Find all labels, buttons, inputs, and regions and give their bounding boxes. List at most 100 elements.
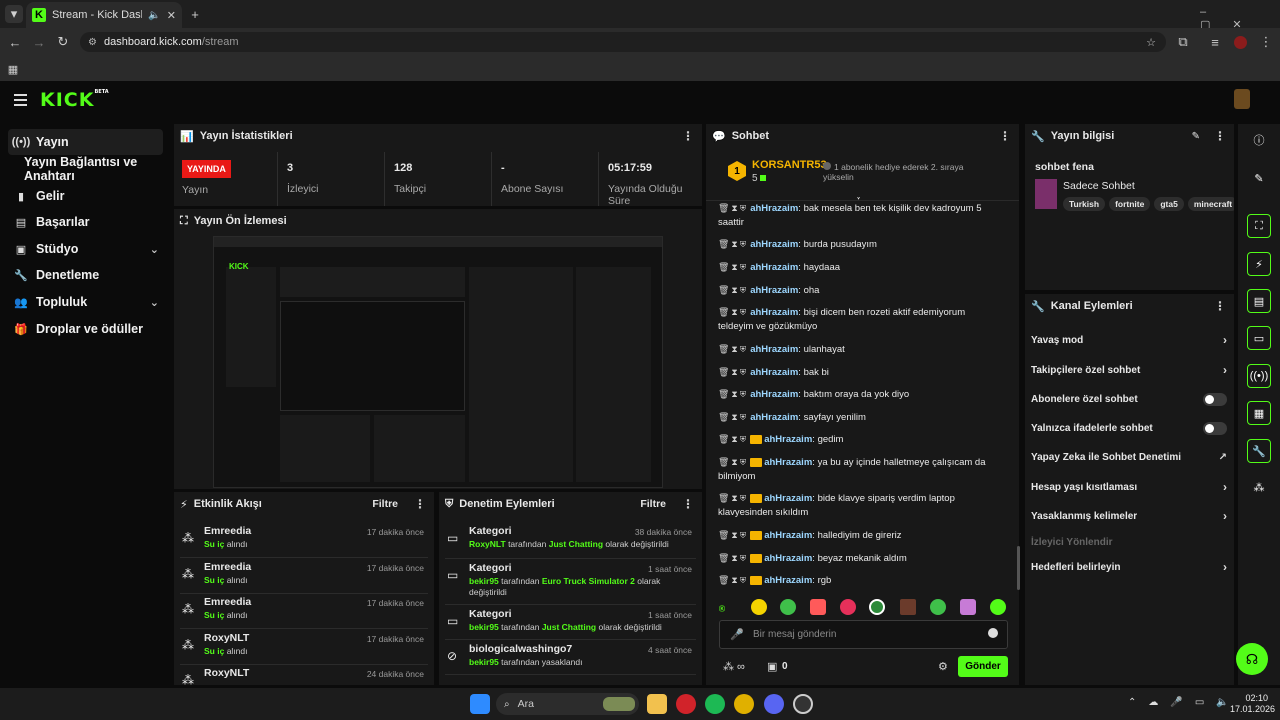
audio-icon[interactable]: 🔈 [148, 10, 160, 21]
chat-icon[interactable]: ▭ [1247, 326, 1271, 350]
chat-username[interactable]: ahHrazaim [750, 203, 798, 214]
opera-icon[interactable] [676, 694, 696, 714]
mod-tools-icon[interactable]: 🗑⧗⛨ [718, 262, 748, 272]
tab-search-icon[interactable]: ▾ [5, 5, 23, 23]
chrome-icon[interactable] [734, 694, 754, 714]
help-support-button[interactable]: ☊ [1236, 643, 1268, 675]
mod-tools-icon[interactable]: 🗑⧗⛨ [718, 530, 748, 540]
tab-close-icon[interactable]: ✕ [167, 9, 176, 22]
toggle-switch[interactable] [1203, 392, 1227, 406]
emote-icon[interactable] [960, 599, 976, 615]
sidebar-item-stream[interactable]: ((•)) Yayın [8, 129, 163, 155]
sidebar-item-moderation[interactable]: 🔧 Denetleme [8, 262, 163, 288]
filter-button[interactable]: Filtre [640, 498, 666, 510]
chat-username[interactable]: ahHrazaim [764, 434, 812, 445]
moderation-item[interactable]: ▭ Kategori 1 saat önce bekir95 tarafından E… [445, 559, 696, 605]
extensions-icon[interactable]: ⧉ [1174, 33, 1192, 51]
wrench-icon[interactable]: 🔧 [1247, 439, 1271, 463]
chat-message[interactable]: 🗑⧗⛨ ahHrazaim: sayfayı yenilim [718, 410, 998, 425]
chat-message[interactable]: 🗑⧗⛨ ahHrazaim: beyaz mekanik aldım [718, 551, 998, 566]
more-options-icon[interactable]: ⋮ [682, 129, 694, 143]
more-options-icon[interactable]: ⋮ [682, 497, 694, 511]
chat-scrollbar[interactable] [1017, 546, 1020, 590]
tag[interactable]: fortnite [1109, 197, 1151, 211]
obs-icon[interactable] [793, 694, 813, 714]
chat-message[interactable]: 🗑⧗⛨ ahHrazaim: rgb [718, 573, 998, 588]
moderation-item[interactable]: ⊘ biologicalwashingo7 4 saat önce bekir95 t… [445, 640, 696, 675]
chat-message[interactable]: 🗑⧗⛨ ahHrazaim: baktım oraya da yok diyo [718, 387, 998, 402]
channel-action-item[interactable]: Yapay Zeka ile Sohbet Denetimi ↗ [1031, 447, 1229, 467]
sidebar-item-revenue[interactable]: ▮ Gelir [8, 183, 163, 209]
channel-action-item[interactable]: Yalnızca ifadelerle sohbet [1031, 418, 1229, 438]
edit-icon[interactable]: ✎ [1192, 131, 1200, 142]
sidebar-item-drops[interactable]: 🎁 Droplar ve ödüller [8, 316, 163, 342]
activity-item[interactable]: ⁂ Emreedia 17 dakika önce Su iç alındı [180, 522, 428, 558]
browser-menu-icon[interactable]: ⋮ [1257, 33, 1275, 51]
chat-input[interactable]: 🎤 Bir mesaj gönderin [719, 620, 1008, 649]
emote-icon[interactable] [930, 599, 946, 615]
chat-username[interactable]: ahHrazaim [764, 575, 812, 586]
tag[interactable]: Turkish [1063, 197, 1106, 211]
mod-tools-icon[interactable]: 🗑⧗⛨ [718, 285, 748, 295]
chat-username[interactable]: ahHrazaim [750, 389, 798, 400]
chat-username[interactable]: ahHrazaim [750, 239, 798, 250]
discord-icon[interactable] [764, 694, 784, 714]
chat-message[interactable]: 🗑⧗⛨ ahHrazaim: hallediyim de gireriz [718, 528, 998, 543]
mod-tools-icon[interactable]: 🗑⧗⛨ [718, 367, 748, 377]
new-tab-icon[interactable]: + [186, 5, 204, 23]
clock[interactable]: 02:10 17.01.2026 [1230, 693, 1275, 715]
bookmark-star-icon[interactable]: ☆ [1146, 36, 1156, 49]
browser-tab[interactable]: K Stream - Kick Dashboard 🔈 ✕ [26, 2, 182, 28]
send-button[interactable]: Gönder [958, 656, 1008, 677]
forward-icon[interactable]: → [30, 33, 48, 51]
more-options-icon[interactable]: ⋮ [414, 497, 426, 511]
broadcast-icon[interactable]: ((•)) [1247, 364, 1271, 388]
chat-username[interactable]: ahHrazaim [750, 367, 798, 378]
chat-message[interactable]: 🗑⧗⛨ ahHrazaim: burda pusudayım [718, 237, 998, 252]
kick-logo[interactable]: KICKBETA [40, 89, 109, 111]
channel-action-item[interactable]: Takipçilere özel sohbet › [1031, 360, 1229, 380]
activity-item[interactable]: ⁂ Emreedia 17 dakika önce Su iç alındı [180, 558, 428, 594]
moderation-item[interactable]: ▭ Kategori 1 saat önce bekir95 tarafından J… [445, 605, 696, 640]
chat-message[interactable]: 🗑⧗⛨ ahHrazaim: gedim [718, 432, 998, 447]
emote-icon[interactable] [869, 599, 885, 615]
mod-tools-icon[interactable]: 🗑⧗⛨ [718, 203, 748, 213]
channel-action-item[interactable]: Yasaklanmış kelimeler › [1031, 506, 1229, 526]
emote-icon[interactable] [780, 599, 796, 615]
mod-tools-icon[interactable]: 🗑⧗⛨ [718, 344, 748, 354]
more-options-icon[interactable]: ⋮ [1214, 129, 1226, 143]
chat-message[interactable]: 🗑⧗⛨ ahHrazaim: ya bu ay içinde halletmeye… [718, 455, 998, 484]
chat-username[interactable]: ahHrazaim [764, 553, 812, 564]
preview-icon[interactable]: ⛶ [1247, 214, 1271, 238]
channel-action-item[interactable]: Hesap yaşı kısıtlaması › [1031, 477, 1229, 497]
emoji-picker-icon[interactable] [988, 628, 998, 638]
toggle-switch[interactable] [1203, 421, 1227, 435]
channel-action-item[interactable]: Abonelere özel sohbet [1031, 389, 1229, 409]
mod-tools-icon[interactable]: 🗑⧗⛨ [718, 389, 748, 399]
mod-tools-icon[interactable]: 🗑⧗⛨ [718, 457, 748, 467]
taskbar-search[interactable]: ⌕ Ara [496, 693, 639, 715]
tag[interactable]: minecraft [1187, 197, 1234, 211]
emote-icon[interactable] [810, 599, 826, 615]
moderation-item[interactable]: ▭ Kategori 38 dakika önce RoxyNLT tarafında… [445, 522, 696, 559]
mod-tools-icon[interactable]: 🗑⧗⛨ [718, 434, 748, 444]
mod-tools-icon[interactable]: 🗑⧗⛨ [718, 239, 748, 249]
chat-message[interactable]: 🗑⧗⛨ ahHrazaim: haydaaa [718, 260, 998, 275]
chat-message[interactable]: 🗑⧗⛨ ahHrazaim: bak bi [718, 365, 998, 380]
mod-tools-icon[interactable]: 🗑⧗⛨ [718, 493, 748, 503]
mod-tools-icon[interactable]: 🗑⧗⛨ [718, 307, 748, 317]
spotify-icon[interactable] [705, 694, 725, 714]
pinned-username[interactable]: KORSANTR53 [752, 159, 827, 171]
url-field[interactable]: ⚙ dashboard.kick.com/stream ☆ [80, 32, 1166, 52]
chat-username[interactable]: ahHrazaim [750, 262, 798, 273]
site-info-icon[interactable]: ⚙ [88, 37, 97, 48]
chat-users-icon[interactable]: ⁂ ∞ [723, 660, 745, 673]
chat-message[interactable]: 🗑⧗⛨ ahHrazaim: bak mesela ben tek kişilik… [718, 201, 998, 230]
edit-icon[interactable]: ✎ [1251, 170, 1267, 186]
channel-action-item[interactable]: Yavaş mod › [1031, 330, 1229, 350]
chat-username[interactable]: ahHrazaim [764, 530, 812, 541]
emote-icon[interactable] [840, 599, 856, 615]
lightning-icon[interactable]: ⚡ [1247, 252, 1271, 276]
more-options-icon[interactable]: ⋮ [1214, 299, 1226, 313]
sidebar-item-community[interactable]: 👥 Topluluk ⌄ [8, 289, 163, 315]
